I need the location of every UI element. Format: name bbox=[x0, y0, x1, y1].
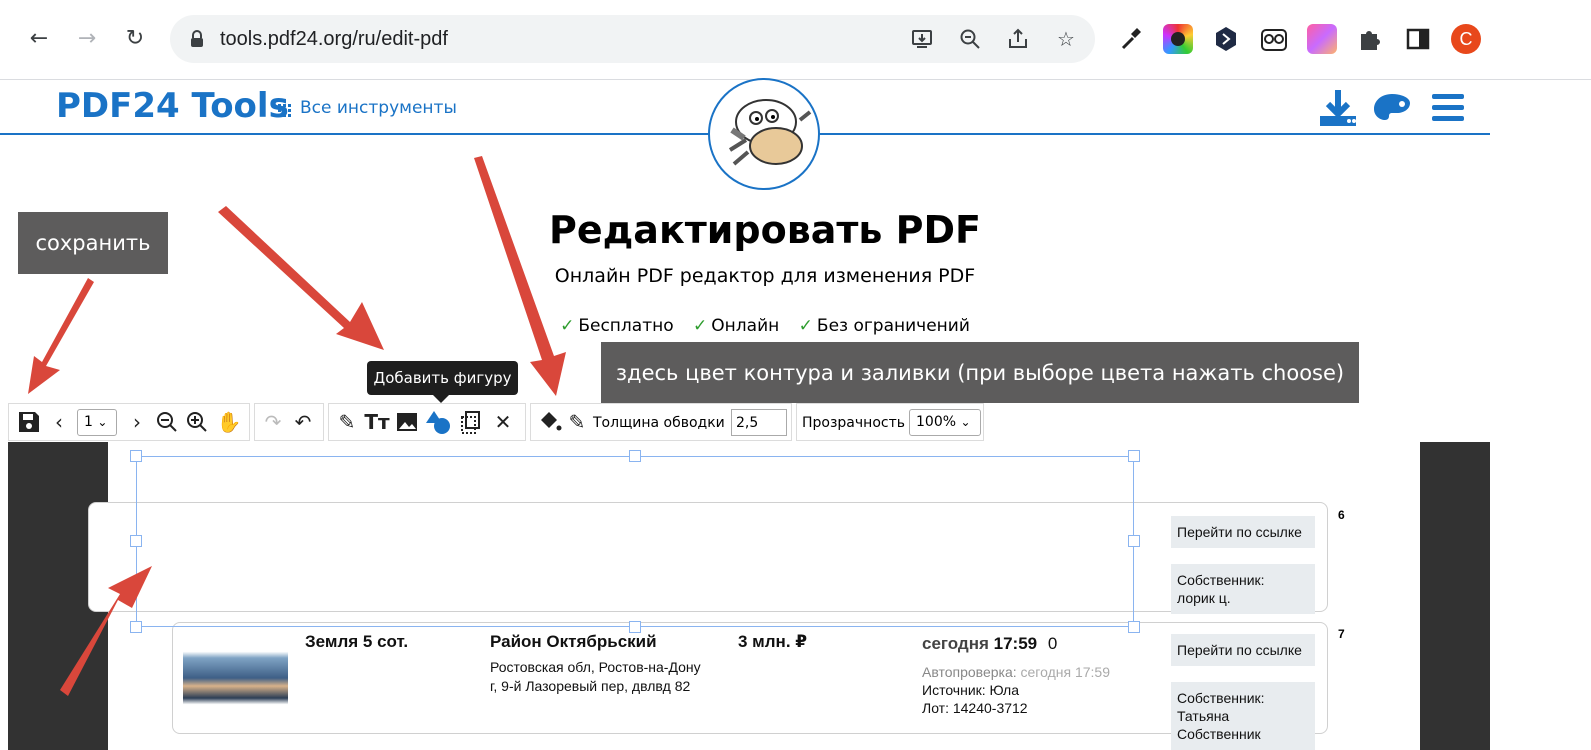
resize-handle[interactable] bbox=[130, 450, 142, 462]
site-logo[interactable]: PDF24 Tools bbox=[56, 86, 289, 126]
grid-icon[interactable] bbox=[278, 104, 291, 117]
owl-extension-icon[interactable] bbox=[1259, 24, 1289, 54]
mascot-logo[interactable] bbox=[708, 78, 820, 190]
share-icon[interactable] bbox=[1006, 27, 1030, 51]
listing-photo[interactable] bbox=[183, 634, 288, 714]
navigation-group: ‹ 1 ⌄ › ✋ bbox=[8, 403, 250, 441]
listing-date: сегодня 17:59 0 bbox=[922, 634, 1058, 653]
browser-toolbar: ← → ↻ tools.pdf24.org/ru/edit-pdf ☆ C bbox=[0, 0, 1591, 80]
owner-info: Собственник: Татьяна Собственник bbox=[1171, 682, 1315, 750]
color-annotation-callout: здесь цвет контура и заливки (при выборе… bbox=[601, 342, 1359, 404]
stroke-width-label: Толщина обводки bbox=[593, 415, 725, 431]
profile-avatar[interactable]: C bbox=[1451, 24, 1481, 54]
forward-icon[interactable]: → bbox=[72, 24, 102, 54]
resize-handle[interactable] bbox=[1128, 450, 1140, 462]
resize-handle[interactable] bbox=[1128, 535, 1140, 547]
redo-icon[interactable]: ↷ bbox=[259, 408, 287, 436]
reload-icon[interactable]: ↻ bbox=[120, 24, 150, 54]
opacity-group: Прозрачность 100% ⌄ bbox=[796, 403, 984, 441]
page-subtitle: Онлайн PDF редактор для изменения PDF bbox=[554, 265, 976, 287]
theme-palette-icon[interactable] bbox=[1372, 88, 1412, 128]
listing-index: 6 bbox=[1338, 508, 1345, 522]
delete-icon[interactable]: ✕ bbox=[489, 408, 517, 436]
check-icon: ✓ bbox=[798, 316, 813, 336]
chevron-down-icon: ⌄ bbox=[97, 415, 108, 429]
copy-icon[interactable] bbox=[457, 408, 485, 436]
listing-price: 3 млн. ₽ bbox=[738, 632, 808, 651]
listing-district: Район Октябрьский bbox=[490, 632, 657, 651]
check-icon: ✓ bbox=[693, 316, 708, 336]
owner-info: Собственник: лорик ц. bbox=[1171, 564, 1315, 614]
add-shape-tooltip: Добавить фигуру bbox=[367, 361, 518, 403]
stroke-color-icon[interactable]: ✎ bbox=[563, 408, 591, 436]
download-icon[interactable] bbox=[1318, 88, 1358, 128]
draw-pencil-icon[interactable]: ✎ bbox=[333, 408, 361, 436]
listing-lot: Лот: 14240-3712 bbox=[922, 700, 1028, 716]
check-icon: ✓ bbox=[560, 316, 575, 336]
autocheck-info: Автопроверка: сегодня 17:59 bbox=[922, 664, 1110, 680]
colorzilla-extension-icon[interactable] bbox=[1163, 24, 1193, 54]
url-text[interactable]: tools.pdf24.org/ru/edit-pdf bbox=[220, 28, 448, 51]
save-annotation-callout: сохранить bbox=[18, 212, 168, 274]
zoom-out-icon[interactable] bbox=[958, 27, 982, 51]
listing-title: Земля 5 сот. bbox=[305, 632, 409, 651]
back-icon[interactable]: ← bbox=[24, 24, 54, 54]
address-bar[interactable]: tools.pdf24.org/ru/edit-pdf ☆ bbox=[170, 15, 1095, 63]
listing-address: Ростовская обл, Ростов-на-Дону г, 9-й Ла… bbox=[490, 659, 701, 694]
zoom-in-icon[interactable] bbox=[183, 408, 211, 436]
undo-icon[interactable]: ↶ bbox=[289, 408, 317, 436]
opacity-label: Прозрачность bbox=[802, 415, 905, 431]
shield-extension-icon[interactable] bbox=[1211, 24, 1241, 54]
lock-icon[interactable] bbox=[190, 30, 204, 48]
next-page-icon[interactable]: › bbox=[123, 408, 151, 436]
resize-handle[interactable] bbox=[130, 621, 142, 633]
prev-page-icon[interactable]: ‹ bbox=[45, 408, 73, 436]
page-title: Редактировать PDF bbox=[548, 208, 982, 252]
resize-handle[interactable] bbox=[629, 621, 641, 633]
feature-item: ✓ Без ограничений bbox=[798, 316, 970, 336]
hamburger-menu-icon[interactable] bbox=[1428, 88, 1468, 128]
chevron-down-icon: ⌄ bbox=[960, 415, 971, 429]
zoom-out-icon[interactable] bbox=[153, 408, 181, 436]
side-panel-icon[interactable] bbox=[1403, 24, 1433, 54]
add-text-icon[interactable]: Tт bbox=[363, 408, 391, 436]
fill-color-icon[interactable] bbox=[535, 408, 563, 436]
style-group: ✎ Толщина обводки bbox=[530, 403, 792, 441]
feature-item: ✓ Бесплатно bbox=[560, 316, 674, 336]
extensions-puzzle-icon[interactable] bbox=[1355, 24, 1385, 54]
bookmark-star-icon[interactable]: ☆ bbox=[1054, 27, 1078, 51]
listing-index: 7 bbox=[1338, 627, 1345, 641]
feature-item: ✓ Онлайн bbox=[693, 316, 780, 336]
eyedropper-extension-icon[interactable] bbox=[1115, 24, 1145, 54]
selected-rectangle-shape[interactable] bbox=[136, 456, 1134, 627]
resize-handle[interactable] bbox=[1128, 621, 1140, 633]
open-link-button[interactable]: Перейти по ссылке bbox=[1171, 516, 1315, 548]
resize-handle[interactable] bbox=[629, 450, 641, 462]
pdf-page[interactable]: 6 Перейти по ссылке Собственник: лорик ц… bbox=[88, 442, 1420, 750]
open-link-button[interactable]: Перейти по ссылке bbox=[1171, 634, 1315, 666]
editor-toolbar: ‹ 1 ⌄ › ✋ ↷ ↶ ✎ Tт ✕ ✎ Толщина обводки 2… bbox=[8, 403, 1490, 441]
opacity-select[interactable]: 100% ⌄ bbox=[909, 409, 981, 436]
stroke-width-input[interactable] bbox=[731, 409, 787, 436]
save-icon[interactable] bbox=[15, 408, 43, 436]
add-shape-icon[interactable] bbox=[425, 408, 453, 436]
gradient-extension-icon[interactable] bbox=[1307, 24, 1337, 54]
add-image-icon[interactable] bbox=[393, 408, 421, 436]
insert-group: ✎ Tт ✕ bbox=[328, 403, 526, 441]
listing-source: Источник: Юла bbox=[922, 682, 1020, 698]
history-group: ↷ ↶ bbox=[254, 403, 324, 441]
install-app-icon[interactable] bbox=[910, 27, 934, 51]
all-tools-link[interactable]: Все инструменты bbox=[300, 98, 457, 118]
pdf-viewport[interactable]: 6 Перейти по ссылке Собственник: лорик ц… bbox=[8, 442, 1490, 750]
resize-handle[interactable] bbox=[130, 535, 142, 547]
feature-list: ✓ Бесплатно ✓ Онлайн ✓ Без ограничений bbox=[0, 316, 1530, 336]
page-select[interactable]: 1 ⌄ bbox=[77, 409, 117, 436]
pan-hand-icon[interactable]: ✋ bbox=[215, 408, 243, 436]
